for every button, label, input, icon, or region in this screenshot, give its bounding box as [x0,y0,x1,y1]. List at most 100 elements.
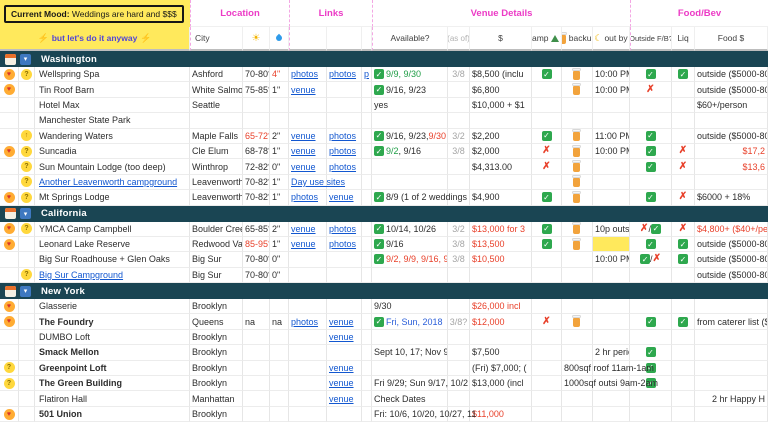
temp-cell[interactable]: 68-78° [243,143,270,160]
liquor-cell[interactable] [672,82,695,98]
as-of-cell[interactable] [448,267,470,284]
link-cell[interactable] [362,329,372,346]
city-cell[interactable]: Queens [190,314,243,330]
rain-cell[interactable] [270,113,289,129]
link[interactable]: photos [329,69,356,79]
camp-cell[interactable] [532,267,562,284]
link-cell[interactable] [362,97,372,114]
food-cell[interactable]: outside ($5000-8000 [695,236,768,253]
link-cell[interactable] [327,345,362,361]
venue-name-cell[interactable]: The Green Building [35,376,190,392]
as-of-cell[interactable] [448,159,470,175]
link[interactable]: venue [291,131,316,141]
available-cell[interactable]: Fri 9/29; Sun 9/17, 10/2 [372,376,468,392]
camp-cell[interactable]: ✗ [532,159,562,175]
out-by-cell[interactable] [593,113,630,129]
city-cell[interactable]: Manhattan [190,391,243,407]
link-cell[interactable]: photos [327,67,362,83]
rain-cell[interactable]: 1" [270,174,289,191]
link[interactable]: photos [329,146,356,156]
price-cell[interactable]: $10,500 [470,252,532,268]
temp-cell[interactable] [243,329,270,346]
link-cell[interactable]: photos [327,143,362,160]
link-cell[interactable] [362,376,372,392]
city-cell[interactable]: Brooklyn [190,345,243,361]
food-cell[interactable]: $17,2 [695,143,768,160]
link-cell[interactable] [362,345,372,361]
rain-cell[interactable]: 0" [270,252,289,268]
collapse-chevron-button[interactable]: ▾ [20,285,31,297]
temp-cell[interactable] [243,406,270,422]
as-of-cell[interactable] [448,82,470,98]
link-cell[interactable] [362,267,372,284]
venue-name-cell[interactable]: The Foundry [35,314,190,330]
fav-cell[interactable] [0,159,19,175]
out-by-cell[interactable] [593,299,630,315]
city-cell[interactable]: Leavenworth [190,190,243,206]
available-cell[interactable]: ✓ 9/9, 9/30 [372,67,448,83]
price-cell[interactable]: $4,900 [470,190,532,206]
link-cell[interactable] [289,299,327,315]
venue-name-cell[interactable]: Sun Mountain Lodge (too deep) [35,159,190,175]
link-cell[interactable]: photos [327,159,362,175]
camp-cell[interactable]: ✓ [532,128,562,144]
as-of-cell[interactable]: 3/2 [448,221,470,237]
link-cell[interactable]: venue [327,391,362,407]
outside-fb-cell[interactable] [630,391,672,407]
link-cell[interactable] [362,391,372,407]
food-cell[interactable]: $6000 + 18% [695,190,768,206]
venue-name-cell[interactable]: Suncadia [35,143,190,160]
fav2-cell[interactable] [19,236,35,253]
outside-fb-cell[interactable] [630,97,672,114]
col-header-available[interactable]: Available? [372,27,448,51]
venue-name-cell[interactable]: Another Leavenworth campground [35,174,190,191]
fav-cell[interactable]: ♥ [0,82,19,98]
fav-cell[interactable]: ♥ [0,236,19,253]
link[interactable]: venue [291,146,316,156]
out-by-cell[interactable]: 2 hr period [593,345,630,361]
temp-cell[interactable]: 70-80° [243,67,270,83]
food-cell[interactable] [695,329,768,346]
available-cell[interactable]: ✓ 9/16, 9/23, 9/30 [372,128,448,144]
fav2-cell[interactable]: ? [19,190,35,206]
col-header-camp[interactable]: camp? [532,27,562,51]
city-cell[interactable]: White Salmo [190,82,243,98]
col-header-link-3[interactable] [362,27,372,51]
current-mood-box[interactable]: Current Mood: Weddings are hard and $$$ [4,4,184,23]
city-cell[interactable]: Winthrop [190,159,243,175]
temp-cell[interactable] [243,391,270,407]
rain-cell[interactable]: 2" [270,221,289,237]
camp-cell[interactable] [532,97,562,114]
price-cell[interactable]: $7,500 [470,345,532,361]
outside-fb-cell[interactable]: ✓ / ✗ [630,252,672,268]
link[interactable]: photos [291,317,318,327]
price-cell[interactable] [470,329,532,346]
fav2-cell[interactable] [19,391,35,407]
link-cell[interactable] [362,159,372,175]
food-cell[interactable] [695,360,768,377]
outside-fb-cell[interactable]: ✓ [630,345,672,361]
link-cell[interactable] [327,113,362,129]
link[interactable]: photos [291,192,318,202]
food-cell[interactable] [695,406,768,422]
outside-fb-cell[interactable]: ✓ [630,314,672,330]
as-of-cell[interactable] [448,329,470,346]
link[interactable]: venue [329,363,354,373]
link-cell[interactable] [289,345,327,361]
link-cell[interactable] [327,82,362,98]
link[interactable]: p [364,69,369,79]
temp-cell[interactable] [243,97,270,114]
rain-cell[interactable] [270,360,289,377]
camp-cell[interactable]: ✓ [532,190,562,206]
mood-tagline[interactable]: ⚡ but let's do it anyway ⚡ [0,27,190,51]
out-by-cell[interactable] [593,314,630,330]
col-header-city[interactable]: City [190,27,243,51]
out-by-cell[interactable] [593,174,630,191]
link-cell[interactable] [362,314,372,330]
price-cell[interactable]: $11,000 [470,406,532,422]
backup-cell[interactable] [562,143,593,160]
as-of-cell[interactable]: 3/8 [448,236,470,253]
food-cell[interactable]: outside ($5000-8000 [695,67,768,83]
city-cell[interactable]: Big Sur [190,267,243,284]
outside-fb-cell[interactable] [630,174,672,191]
